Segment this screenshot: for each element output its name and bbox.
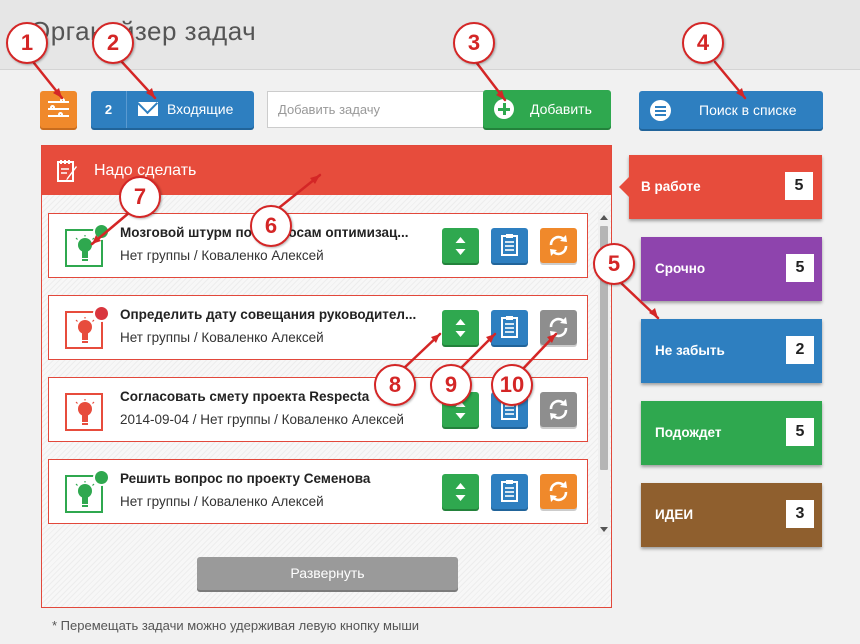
callout-2: 2 xyxy=(92,22,134,64)
clipboard-icon xyxy=(501,480,518,502)
task-status-cycle-button[interactable] xyxy=(540,392,577,427)
move-up-down-icon xyxy=(455,483,466,501)
task-card[interactable]: Мозговой штурм по вопросам оптимизац... … xyxy=(48,213,588,278)
task-card[interactable]: Решить вопрос по проекту Семенова Нет гр… xyxy=(48,459,588,524)
category-count: 5 xyxy=(786,418,814,446)
add-task-input[interactable] xyxy=(267,91,493,128)
task-priority-icon xyxy=(65,393,103,431)
inbox-count-badge: 2 xyxy=(91,91,127,128)
callout-5: 5 xyxy=(593,243,635,285)
task-meta: 2014-09-04 / Нет группы / Коваленко Алек… xyxy=(120,412,404,427)
settings-button[interactable] xyxy=(40,91,77,128)
category-label: Подождет xyxy=(655,425,722,440)
expand-button[interactable]: Развернуть xyxy=(197,557,458,590)
category-label: ИДЕИ xyxy=(655,507,694,522)
category-count: 3 xyxy=(786,500,814,528)
page-title: Органайзер задач xyxy=(30,16,257,46)
plus-icon xyxy=(494,99,514,119)
list-icon xyxy=(650,100,671,121)
task-title[interactable]: Решить вопрос по проекту Семенова xyxy=(120,471,440,486)
add-task-button[interactable]: Добавить xyxy=(483,90,611,128)
callout-3: 3 xyxy=(453,22,495,64)
category-label: Срочно xyxy=(655,261,706,276)
drag-hint-footnote: * Перемещать задачи можно удерживая леву… xyxy=(52,618,420,633)
refresh-cycle-icon xyxy=(549,481,568,502)
task-details-button[interactable] xyxy=(491,474,528,509)
task-details-button[interactable] xyxy=(491,310,528,345)
clipboard-icon xyxy=(501,234,518,256)
category-count: 5 xyxy=(785,172,813,200)
lightbulb-icon xyxy=(75,317,95,343)
envelope-icon xyxy=(138,102,158,116)
task-status-cycle-button[interactable] xyxy=(540,228,577,263)
callout-10: 10 xyxy=(491,364,533,406)
task-meta: Нет группы / Коваленко Алексей xyxy=(120,494,324,509)
callout-8: 8 xyxy=(374,364,416,406)
callout-7: 7 xyxy=(119,176,161,218)
search-in-list-button[interactable]: Поиск в списке xyxy=(639,91,823,129)
task-card[interactable]: Определить дату совещания руководител...… xyxy=(48,295,588,360)
move-task-button[interactable] xyxy=(442,310,479,345)
search-in-list-label: Поиск в списке xyxy=(699,102,797,118)
category-label: В работе xyxy=(641,179,701,194)
edit-notepad-icon xyxy=(57,160,77,182)
task-status-dot xyxy=(93,305,110,322)
callout-9: 9 xyxy=(430,364,472,406)
inbox-label: Входящие xyxy=(167,101,234,117)
refresh-cycle-icon xyxy=(549,399,568,420)
scroll-up-arrow-icon[interactable] xyxy=(600,215,608,220)
scroll-down-arrow-icon[interactable] xyxy=(600,527,608,532)
category-in-progress[interactable]: В работе 5 xyxy=(619,155,822,219)
category-can-wait[interactable]: Подождет 5 xyxy=(641,401,822,465)
callout-4: 4 xyxy=(682,22,724,64)
category-count: 2 xyxy=(786,336,814,364)
refresh-cycle-icon xyxy=(549,317,568,338)
category-urgent[interactable]: Срочно 5 xyxy=(641,237,822,301)
category-count: 5 xyxy=(786,254,814,282)
refresh-cycle-icon xyxy=(549,235,568,256)
callout-1: 1 xyxy=(6,22,48,64)
add-task-label: Добавить xyxy=(530,101,592,117)
task-title[interactable]: Определить дату совещания руководител... xyxy=(120,307,440,322)
task-meta: Нет группы / Коваленко Алексей xyxy=(120,330,324,345)
lightbulb-icon xyxy=(75,481,95,507)
move-up-down-icon xyxy=(455,319,466,337)
category-label: Не забыть xyxy=(655,343,725,358)
category-dont-forget[interactable]: Не забыть 2 xyxy=(641,319,822,383)
task-meta: Нет группы / Коваленко Алексей xyxy=(120,248,324,263)
callout-6: 6 xyxy=(250,205,292,247)
task-status-dot xyxy=(93,223,110,240)
move-task-button[interactable] xyxy=(442,228,479,263)
task-status-cycle-button[interactable] xyxy=(540,310,577,345)
lightbulb-icon xyxy=(75,399,95,425)
category-ideas[interactable]: ИДЕИ 3 xyxy=(641,483,822,547)
inbox-button[interactable]: 2 Входящие xyxy=(91,91,254,128)
clipboard-icon xyxy=(501,316,518,338)
task-status-dot xyxy=(93,469,110,486)
move-task-button[interactable] xyxy=(442,474,479,509)
task-status-cycle-button[interactable] xyxy=(540,474,577,509)
task-details-button[interactable] xyxy=(491,228,528,263)
move-up-down-icon xyxy=(455,237,466,255)
lightbulb-icon xyxy=(75,235,95,261)
